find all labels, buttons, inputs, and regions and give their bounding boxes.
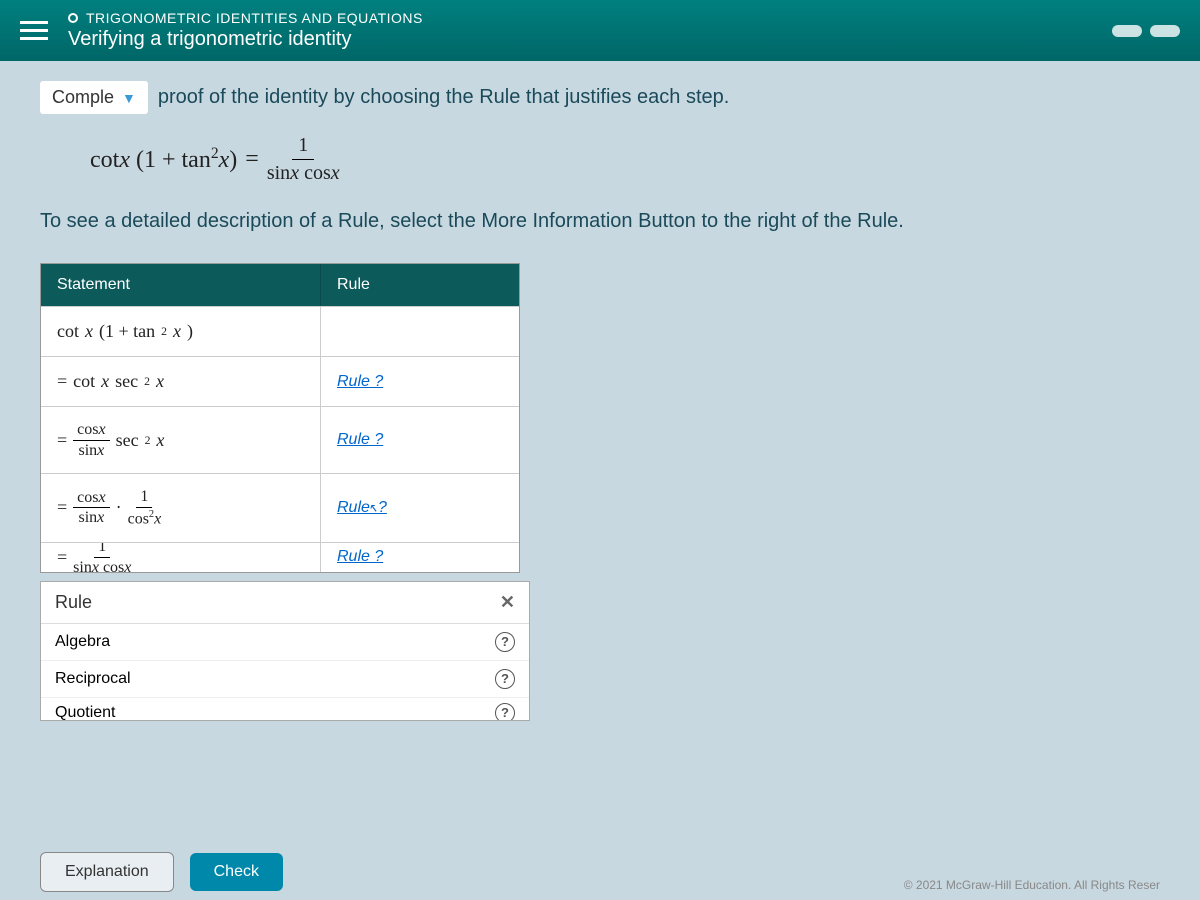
rule-cell: Rule ? <box>321 407 519 473</box>
statement-cell: cotx (1 + tan2x) <box>41 307 321 356</box>
dropdown-item-label: Reciprocal <box>55 670 131 688</box>
rule-header: Rule <box>321 264 519 306</box>
instruction-text: proof of the identity by choosing the Ru… <box>158 86 729 109</box>
statement-cell: = cosxsinx sec2x <box>41 407 321 473</box>
rule-select[interactable]: Rule↖? <box>337 499 387 517</box>
category-text: TRIGONOMETRIC IDENTITIES AND EQUATIONS <box>86 10 423 26</box>
explanation-button[interactable]: Explanation <box>40 852 174 892</box>
page-subtitle: Verifying a trigonometric identity <box>68 28 423 51</box>
dropdown-item-label: Algebra <box>55 633 110 651</box>
topbar-controls <box>1112 25 1180 37</box>
equals-sign: = <box>245 146 259 173</box>
proof-table: Statement Rule cotx (1 + tan2x) = cotx s… <box>40 263 520 573</box>
table-row: = cosxsinx sec2x Rule ? <box>41 406 519 473</box>
instruction: Comple ▼ proof of the identity by choosi… <box>40 81 1160 114</box>
table-row: cotx (1 + tan2x) <box>41 306 519 356</box>
window-control-icon[interactable] <box>1150 25 1180 37</box>
dropdown-header: Rule ✕ <box>41 582 529 624</box>
more-info-icon[interactable]: ? <box>495 703 515 720</box>
circle-icon <box>68 13 78 23</box>
category-label: TRIGONOMETRIC IDENTITIES AND EQUATIONS <box>68 10 423 26</box>
identity-equation: cotx (1 + tan2x) = 1 sinx cosx <box>90 134 1160 185</box>
dropdown-item-label: Quotient <box>55 704 115 720</box>
dropdown-item-algebra[interactable]: Algebra ? <box>41 624 529 661</box>
rule-cell: Rule ? <box>321 357 519 406</box>
rule-select[interactable]: Rule ? <box>337 373 383 391</box>
rule-cell: Rule ? <box>321 543 519 572</box>
more-info-icon[interactable]: ? <box>495 632 515 652</box>
statement-cell: = cosxsinx · 1cos2x <box>41 474 321 542</box>
statement-cell: = cotx sec2x <box>41 357 321 406</box>
fraction-numerator: 1 <box>292 134 314 160</box>
fraction-denominator: sinx cosx <box>267 160 340 185</box>
menu-icon[interactable] <box>20 21 48 40</box>
statement-header: Statement <box>41 264 321 306</box>
table-row: = cosxsinx · 1cos2x Rule↖? <box>41 473 519 542</box>
chevron-down-icon: ▼ <box>122 90 136 106</box>
rule-dropdown: Rule ✕ Algebra ? Reciprocal ? Quotient ? <box>40 581 530 721</box>
detail-instruction: To see a detailed description of a Rule,… <box>40 210 1160 233</box>
identity-left: cotx (1 + tan2x) <box>90 145 237 174</box>
dropdown-item-quotient[interactable]: Quotient ? <box>41 698 529 720</box>
rule-select[interactable]: Rule ? <box>337 431 383 449</box>
check-button[interactable]: Check <box>190 853 283 891</box>
more-info-icon[interactable]: ? <box>495 669 515 689</box>
rule-cell: Rule↖? <box>321 474 519 542</box>
rule-select[interactable]: Rule ? <box>337 548 383 566</box>
top-bar: TRIGONOMETRIC IDENTITIES AND EQUATIONS V… <box>0 0 1200 61</box>
identity-fraction: 1 sinx cosx <box>267 134 340 185</box>
dropdown-item-reciprocal[interactable]: Reciprocal ? <box>41 661 529 698</box>
complete-label: Comple <box>52 87 114 108</box>
table-row: = cotx sec2x Rule ? <box>41 356 519 406</box>
rule-cell <box>321 307 519 356</box>
header-text: TRIGONOMETRIC IDENTITIES AND EQUATIONS V… <box>68 10 423 51</box>
main-content: Comple ▼ proof of the identity by choosi… <box>0 61 1200 741</box>
bottom-bar: Explanation Check © 2021 McGraw-Hill Edu… <box>0 834 1200 900</box>
copyright-text: © 2021 McGraw-Hill Education. All Rights… <box>904 878 1160 892</box>
cursor-icon: ↖ <box>368 501 378 515</box>
window-control-icon[interactable] <box>1112 25 1142 37</box>
proof-header: Statement Rule <box>41 264 519 306</box>
dropdown-title: Rule <box>55 592 92 613</box>
close-icon[interactable]: ✕ <box>500 592 515 613</box>
statement-cell: = 1sinx cosx <box>41 543 321 572</box>
table-row: = 1sinx cosx Rule ? <box>41 542 519 572</box>
complete-dropdown[interactable]: Comple ▼ <box>40 81 148 114</box>
